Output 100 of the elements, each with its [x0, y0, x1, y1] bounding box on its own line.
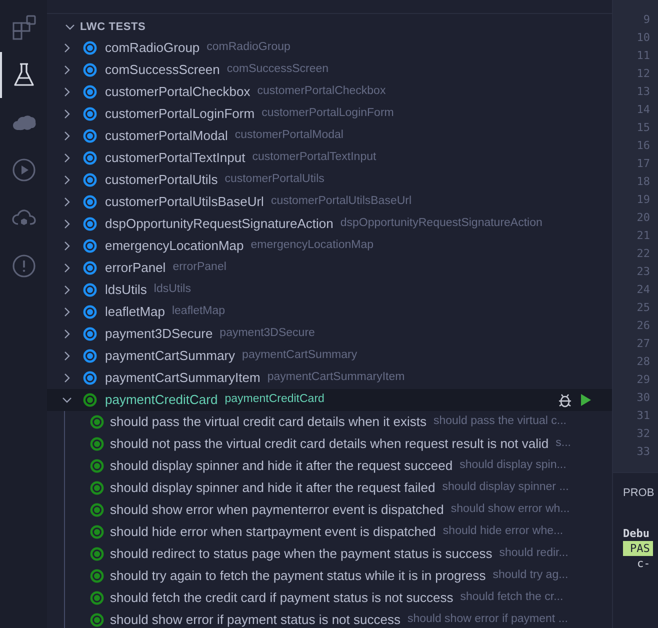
test-name[interactable]: should show error when paymenterror event is dispatched — [110, 500, 444, 520]
chevron-icon[interactable] — [65, 22, 75, 32]
line-number: 24 — [636, 282, 650, 298]
output-text: c- — [636, 556, 652, 570]
test-description: paymentCreditCard — [224, 392, 324, 408]
line-number: 33 — [636, 444, 650, 460]
test-description: leafletMap — [172, 304, 226, 320]
test-description: should try ag... — [492, 568, 568, 584]
test-description: should redir... — [499, 546, 568, 562]
chevron-icon[interactable] — [62, 395, 72, 405]
tree-row[interactable]: paymentCreditCard paymentCreditCard — [47, 389, 612, 411]
chevron-icon[interactable] — [62, 219, 72, 229]
test-description: should hide error whe... — [442, 524, 564, 540]
chevron-icon[interactable] — [62, 263, 72, 273]
test-description: should fetch the cr... — [460, 590, 564, 606]
test-description: ldsUtils — [154, 282, 191, 298]
line-number: 14 — [636, 102, 650, 118]
test-name[interactable]: should try again to fetch the payment status while it is in progress — [110, 566, 486, 586]
test-name[interactable]: errorPanel — [105, 258, 166, 278]
chevron-icon[interactable] — [62, 307, 72, 317]
chevron-icon[interactable] — [62, 153, 72, 163]
chevron-icon[interactable] — [62, 109, 72, 119]
test-description: should display spin... — [460, 458, 566, 474]
line-number: 22 — [636, 246, 650, 262]
test-name[interactable]: customerPortalLoginForm — [105, 104, 255, 124]
chevron-icon[interactable] — [62, 285, 72, 295]
chevron-icon[interactable] — [62, 197, 72, 207]
test-name[interactable]: paymentCartSummaryItem — [105, 368, 260, 388]
chevron-icon[interactable] — [62, 175, 72, 185]
chevron-icon[interactable] — [62, 241, 72, 251]
test-name[interactable]: customerPortalCheckbox — [105, 82, 250, 102]
line-number: 21 — [636, 228, 650, 244]
test-name[interactable]: should not pass the virtual credit card details when request result is not valid — [110, 434, 549, 454]
chevron-icon[interactable] — [62, 131, 72, 141]
test-name[interactable]: should hide error when startpayment event is dispatched — [110, 522, 436, 542]
line-number: 31 — [636, 408, 650, 424]
test-name[interactable]: should fetch the credit card if payment status is not success — [110, 588, 454, 608]
section-title[interactable]: LWC TESTS — [80, 18, 146, 36]
line-number: 29 — [636, 372, 650, 388]
test-description: paymentCartSummaryItem — [267, 370, 405, 386]
test-description: customerPortalLoginForm — [262, 106, 394, 122]
test-name[interactable]: payment3DSecure — [105, 324, 213, 344]
line-number: 18 — [636, 174, 650, 190]
output-text: Debu — [623, 526, 650, 540]
test-name[interactable]: paymentCreditCard — [105, 390, 218, 410]
test-name[interactable]: customerPortalUtils — [105, 170, 218, 190]
test-name[interactable]: ldsUtils — [105, 280, 147, 300]
line-number: 23 — [636, 264, 650, 280]
chevron-icon[interactable] — [62, 351, 72, 361]
flask-icon[interactable] — [12, 62, 36, 88]
chevron-icon[interactable] — [62, 329, 72, 339]
chevron-icon[interactable] — [62, 43, 72, 53]
test-name[interactable]: should display spinner and hide it after the request succeed — [110, 456, 453, 476]
test-description: comSuccessScreen — [226, 62, 329, 78]
test-description: should show error wh... — [450, 502, 570, 518]
line-number: 19 — [636, 192, 650, 208]
chevron-icon[interactable] — [62, 65, 72, 75]
test-name[interactable]: customerPortalUtilsBaseUrl — [105, 192, 264, 212]
test-description: should pass the virtual c... — [434, 414, 566, 430]
test-name[interactable]: dspOpportunityRequestSignatureAction — [105, 214, 334, 234]
test-description: paymentCartSummary — [242, 348, 358, 364]
test-description: customerPortalTextInput — [252, 150, 376, 166]
test-description: comRadioGroup — [206, 40, 290, 56]
line-number: 9 — [643, 12, 650, 28]
test-description: dspOpportunityRequestSignatureAction — [340, 216, 542, 232]
line-number: 13 — [636, 84, 650, 100]
test-description: customerPortalUtils — [224, 172, 324, 188]
test-name[interactable]: customerPortalTextInput — [105, 148, 246, 168]
line-number: 28 — [636, 354, 650, 370]
test-name[interactable]: emergencyLocationMap — [105, 236, 244, 256]
debug-icon[interactable] — [558, 392, 572, 408]
test-description: errorPanel — [172, 260, 226, 276]
test-name[interactable]: comRadioGroup — [105, 38, 200, 58]
test-name[interactable]: customerPortalModal — [105, 126, 228, 146]
line-number: 27 — [636, 336, 650, 352]
exclamation-circle-icon[interactable] — [12, 254, 36, 280]
play-circle-icon[interactable] — [12, 158, 36, 184]
test-description: payment3DSecure — [220, 326, 315, 342]
test-name[interactable]: should redirect to status page when the payment status is success — [110, 544, 492, 564]
test-name[interactable]: should show error if payment status is not success — [110, 610, 400, 628]
run-icon[interactable] — [580, 393, 592, 407]
test-name[interactable]: paymentCartSummary — [105, 346, 236, 366]
chevron-icon[interactable] — [62, 373, 72, 383]
test-name[interactable]: leafletMap — [105, 302, 165, 322]
blocks-icon[interactable] — [12, 14, 36, 40]
panel-tab[interactable]: PROB — [623, 485, 658, 502]
line-number: 11 — [636, 48, 650, 64]
line-number: 12 — [636, 66, 650, 82]
test-name[interactable]: should pass the virtual credit card details when it exists — [110, 412, 426, 432]
test-name[interactable]: comSuccessScreen — [105, 60, 220, 80]
test-description: customerPortalCheckbox — [257, 84, 386, 100]
line-number: 17 — [636, 156, 650, 172]
chevron-icon[interactable] — [62, 87, 72, 97]
test-description: s... — [556, 436, 571, 452]
line-number: 30 — [636, 390, 650, 406]
test-name[interactable]: should display spinner and hide it after the request failed — [110, 478, 436, 498]
line-number: 15 — [636, 120, 650, 136]
line-number: 32 — [636, 426, 650, 442]
line-number: 16 — [636, 138, 650, 154]
pass-badge: PAS — [623, 540, 653, 556]
